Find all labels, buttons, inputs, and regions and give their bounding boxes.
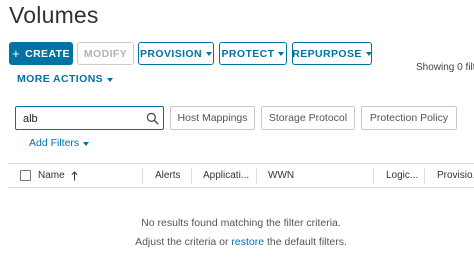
filter-chip-host-mappings[interactable]: Host Mappings — [170, 106, 255, 130]
column-separator — [142, 168, 143, 184]
add-filters-button[interactable]: Add Filters — [29, 137, 90, 149]
select-all-checkbox[interactable] — [20, 170, 31, 181]
search-field[interactable] — [15, 106, 164, 130]
search-input[interactable] — [23, 111, 143, 126]
create-button-label: CREATE — [25, 47, 70, 60]
search-icon[interactable] — [146, 112, 159, 125]
protect-button-label: PROTECT — [221, 47, 275, 60]
column-header-wwn[interactable]: WWN — [268, 164, 294, 187]
column-header-applications[interactable]: Applicati... — [203, 164, 249, 187]
column-header-provisioned[interactable]: Provisio... — [437, 164, 474, 187]
modify-button[interactable]: MODIFY — [77, 42, 134, 65]
empty-state-hint-suffix: the default filters. — [264, 236, 347, 248]
create-button[interactable]: + CREATE — [9, 42, 73, 65]
chevron-down-icon — [278, 52, 285, 56]
empty-state-message: No results found matching the filter cri… — [141, 217, 341, 229]
column-separator — [191, 168, 192, 184]
column-header-name-label: Name — [38, 170, 65, 181]
column-separator — [256, 168, 257, 184]
empty-state-hint: Adjust the criteria or restore the defau… — [8, 236, 474, 248]
page-title: Volumes — [9, 2, 99, 28]
restore-filters-link[interactable]: restore — [231, 236, 264, 248]
modify-button-label: MODIFY — [83, 47, 128, 60]
showing-count: Showing 0 filte — [416, 62, 474, 73]
chevron-down-icon — [205, 52, 212, 56]
provision-button[interactable]: PROVISION — [138, 42, 214, 65]
column-separator — [373, 168, 374, 184]
chevron-down-icon — [107, 77, 114, 82]
column-separator — [424, 168, 425, 184]
more-actions-label: MORE ACTIONS — [17, 73, 104, 85]
empty-state-hint-prefix: Adjust the criteria or — [135, 236, 232, 248]
protect-button[interactable]: PROTECT — [219, 42, 287, 65]
column-header-name[interactable]: Name — [38, 164, 78, 187]
grid-header: Name Alerts Applicati... WWN Logic... Pr… — [8, 163, 474, 188]
column-header-logical[interactable]: Logic... — [386, 164, 418, 187]
repurpose-button[interactable]: REPURPOSE — [292, 42, 372, 65]
repurpose-button-label: REPURPOSE — [292, 47, 362, 60]
column-header-alerts[interactable]: Alerts — [155, 164, 181, 187]
sort-ascending-icon[interactable] — [71, 170, 78, 181]
filter-chip-protection-policy[interactable]: Protection Policy — [361, 106, 457, 130]
chevron-down-icon — [83, 141, 90, 146]
provision-button-label: PROVISION — [140, 47, 202, 60]
more-actions-button[interactable]: MORE ACTIONS — [17, 73, 114, 85]
chevron-down-icon — [365, 52, 372, 56]
filter-chip-storage-protocol[interactable]: Storage Protocol — [261, 106, 355, 130]
plus-icon: + — [12, 46, 21, 61]
add-filters-label: Add Filters — [29, 137, 80, 149]
